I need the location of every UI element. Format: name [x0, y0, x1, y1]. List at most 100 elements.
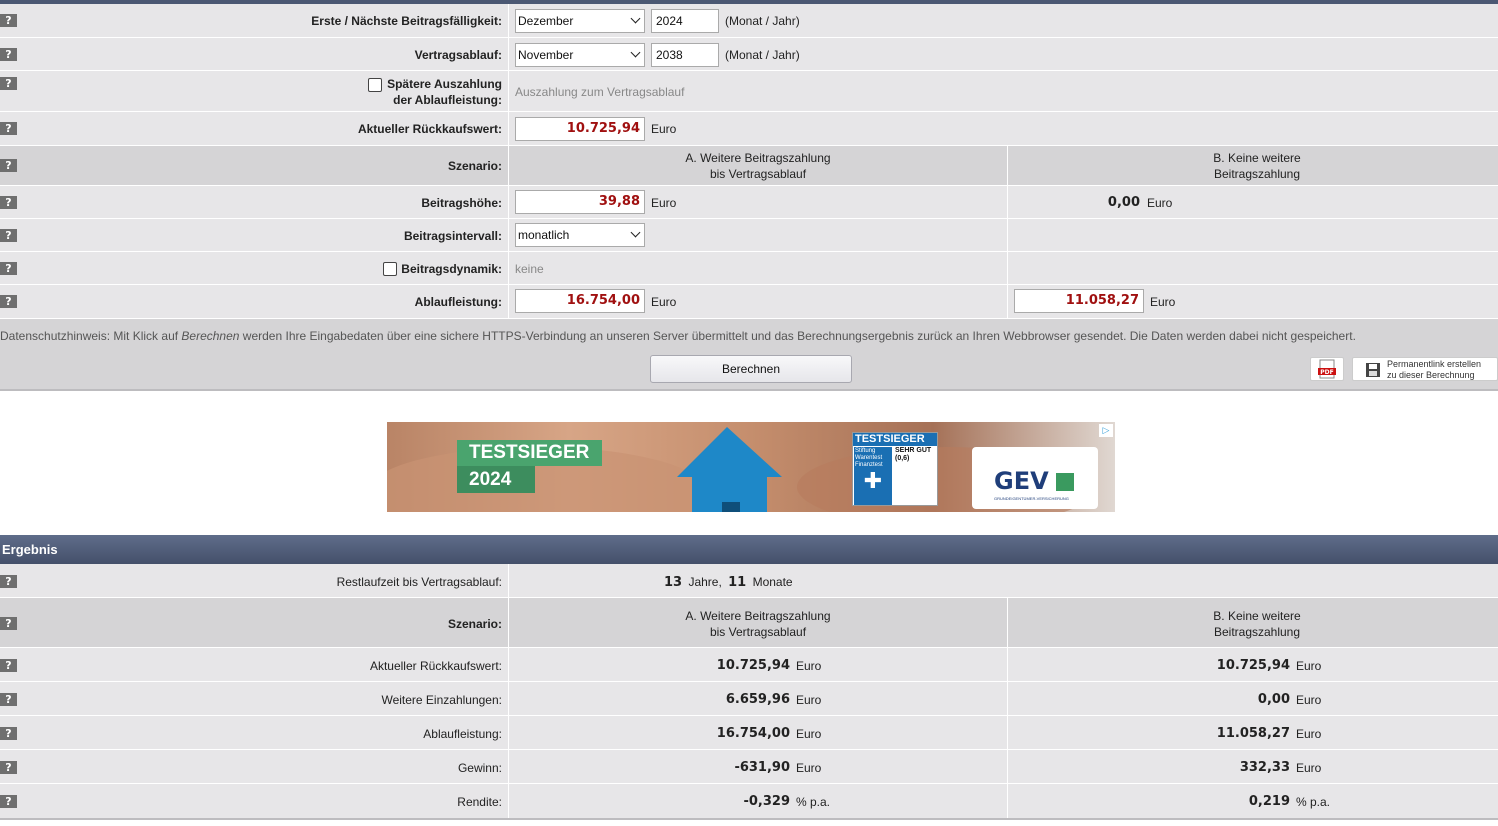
spaetere-auszahlung-checkbox[interactable]	[368, 78, 382, 92]
result-row: ? Weitere Einzahlungen: 6.659,96 Euro 0,…	[0, 682, 1498, 716]
result-b-value: 11.058,27	[1216, 726, 1290, 741]
scenario-b-header: B. Keine weitere Beitragszahlung	[1008, 150, 1498, 182]
result-b-value: 0,00	[1257, 692, 1290, 707]
result-b-value: 10.725,94	[1216, 658, 1290, 673]
column-divider	[1007, 285, 1008, 318]
faelligkeit-month-value: Dezember	[518, 14, 574, 28]
help-icon[interactable]: ?	[0, 48, 17, 61]
result-b-unit: Euro	[1296, 693, 1322, 707]
berechnen-button[interactable]: Berechnen	[650, 355, 852, 383]
label-szenario: Szenario:	[447, 159, 502, 173]
help-icon[interactable]: ?	[0, 122, 17, 135]
result-scenario-b-header: B. Keine weitere Beitragszahlung	[1008, 608, 1498, 640]
seal-score: (0,6)	[895, 455, 910, 462]
column-divider	[508, 784, 509, 818]
permalink-button[interactable]: Permanentlink erstellen zu dieser Berech…	[1352, 357, 1498, 381]
restlaufzeit-years: 13	[664, 575, 683, 590]
help-icon[interactable]: ?	[0, 727, 17, 740]
label-szenario-result: Szenario:	[447, 617, 502, 631]
result-scenario-a-line: A. Weitere Beitragszahlung	[685, 609, 831, 623]
restlaufzeit-years-unit: Jahre,	[688, 575, 722, 589]
result-row: ? Aktueller Rückkaufswert: 10.725,94 Eur…	[0, 648, 1498, 682]
result-row: ? Rendite: -0,329 % p.a. 0,219 % p.a.	[0, 784, 1498, 820]
column-divider	[1007, 219, 1008, 251]
help-icon[interactable]: ?	[0, 14, 17, 27]
ad-brand-subtitle: GRUNDEIGENTÜMER-VERSICHERUNG	[994, 496, 1069, 501]
scenario-a-line: bis Vertragsablauf	[709, 167, 807, 181]
pdf-icon: PDF	[1318, 359, 1336, 379]
help-icon[interactable]: ?	[0, 693, 17, 706]
pdf-button[interactable]: PDF	[1310, 357, 1344, 381]
result-a-value: -0,329	[743, 794, 790, 809]
result-a-unit: Euro	[796, 659, 822, 673]
seal-org: Stiftung Warentest Finanztest ✚	[854, 447, 892, 505]
help-icon[interactable]: ?	[0, 659, 17, 672]
vertragsablauf-unit: (Monat / Jahr)	[725, 48, 800, 62]
svg-text:PDF: PDF	[1320, 369, 1333, 376]
scenario-b-line: B. Keine weitere	[1213, 151, 1301, 165]
label-beitragshoehe: Beitragshöhe:	[421, 196, 502, 210]
privacy-notice: Datenschutzhinweis: Mit Klick auf Berech…	[0, 328, 1356, 344]
row-ablaufleistung: ? Ablaufleistung: 16.754,00 Euro 11.058,…	[0, 285, 1498, 319]
ablaufleistung-b-unit: Euro	[1150, 295, 1176, 309]
seal-grade-line: SEHR GUT	[895, 447, 932, 454]
privacy-emphasis: Berechnen	[181, 329, 240, 343]
help-icon[interactable]: ?	[0, 159, 17, 172]
column-divider	[508, 564, 509, 597]
beitragshoehe-a-input[interactable]: 39,88	[515, 190, 645, 214]
column-divider	[508, 219, 509, 251]
beitragshoehe-b-value: 0,00	[1107, 195, 1140, 210]
row-szenario-result: ? Szenario: A. Weitere Beitragszahlung b…	[0, 598, 1498, 648]
column-divider	[1007, 750, 1008, 783]
label-line: Spätere Auszahlung	[387, 77, 502, 91]
result-scenario-a-header: A. Weitere Beitragszahlung bis Vertragsa…	[509, 608, 1007, 640]
ad-choices-icon[interactable]: ▷	[1099, 424, 1113, 437]
seal-org-line: Warentest	[855, 455, 883, 461]
privacy-text: Datenschutzhinweis: Mit Klick auf	[0, 329, 182, 343]
help-icon[interactable]: ?	[0, 77, 17, 90]
beitragsdynamik-checkbox[interactable]	[383, 262, 397, 276]
help-icon[interactable]: ?	[0, 617, 17, 630]
row-faelligkeit: ? Erste / Nächste Beitragsfälligkeit: De…	[0, 4, 1498, 38]
help-icon[interactable]: ?	[0, 795, 17, 808]
scenario-b-line: Beitragszahlung	[1213, 167, 1301, 181]
help-icon[interactable]: ?	[0, 229, 17, 242]
result-row-label: Gewinn:	[457, 761, 502, 775]
column-divider	[1007, 784, 1008, 818]
row-rueckkaufswert: ? Aktueller Rückkaufswert: 10.725,94 Eur…	[0, 112, 1498, 146]
seal-grade: SEHR GUT (0,6)	[895, 447, 931, 463]
column-divider	[1007, 186, 1008, 218]
vertragsablauf-month-select[interactable]: November	[515, 43, 645, 67]
label-beitragsdynamik: Beitragsdynamik:	[401, 262, 502, 276]
ablaufleistung-a-output: 16.754,00	[515, 289, 645, 313]
column-divider	[1007, 252, 1008, 284]
result-row-label: Aktueller Rückkaufswert:	[369, 659, 502, 673]
result-a-unit: Euro	[796, 727, 822, 741]
help-icon[interactable]: ?	[0, 295, 17, 308]
ablaufleistung-a-unit: Euro	[651, 295, 677, 309]
beitragsintervall-value: monatlich	[518, 228, 570, 242]
result-a-value: 16.754,00	[716, 726, 790, 741]
row-spaetere-auszahlung: ? Spätere Auszahlung der Ablaufleistung:…	[0, 71, 1498, 112]
plus-icon: ✚	[863, 468, 883, 493]
help-icon[interactable]: ?	[0, 761, 17, 774]
column-divider	[508, 648, 509, 681]
vertragsablauf-year-input[interactable]: 2038	[651, 43, 719, 67]
seal-org-line: Stiftung	[855, 448, 876, 454]
rueckkaufswert-input[interactable]: 10.725,94	[515, 117, 645, 141]
restlaufzeit-months: 11	[728, 575, 747, 590]
result-row: ? Gewinn: -631,90 Euro 332,33 Euro	[0, 750, 1498, 784]
faelligkeit-month-select[interactable]: Dezember	[515, 9, 645, 33]
label-restlaufzeit: Restlaufzeit bis Vertragsablauf:	[336, 575, 502, 589]
help-icon[interactable]: ?	[0, 575, 17, 588]
column-divider	[508, 186, 509, 218]
help-icon[interactable]: ?	[0, 196, 17, 209]
beitragshoehe-a-unit: Euro	[651, 196, 677, 210]
ad-badge-year: 2024	[457, 466, 535, 493]
advertisement-banner[interactable]: TESTSIEGER 2024 TESTSIEGER Stiftung Ware…	[387, 422, 1115, 512]
help-icon[interactable]: ?	[0, 262, 17, 275]
beitragsintervall-select[interactable]: monatlich	[515, 223, 645, 247]
result-b-unit: Euro	[1296, 761, 1322, 775]
faelligkeit-year-input[interactable]: 2024	[651, 9, 719, 33]
result-a-value: 6.659,96	[725, 692, 790, 707]
